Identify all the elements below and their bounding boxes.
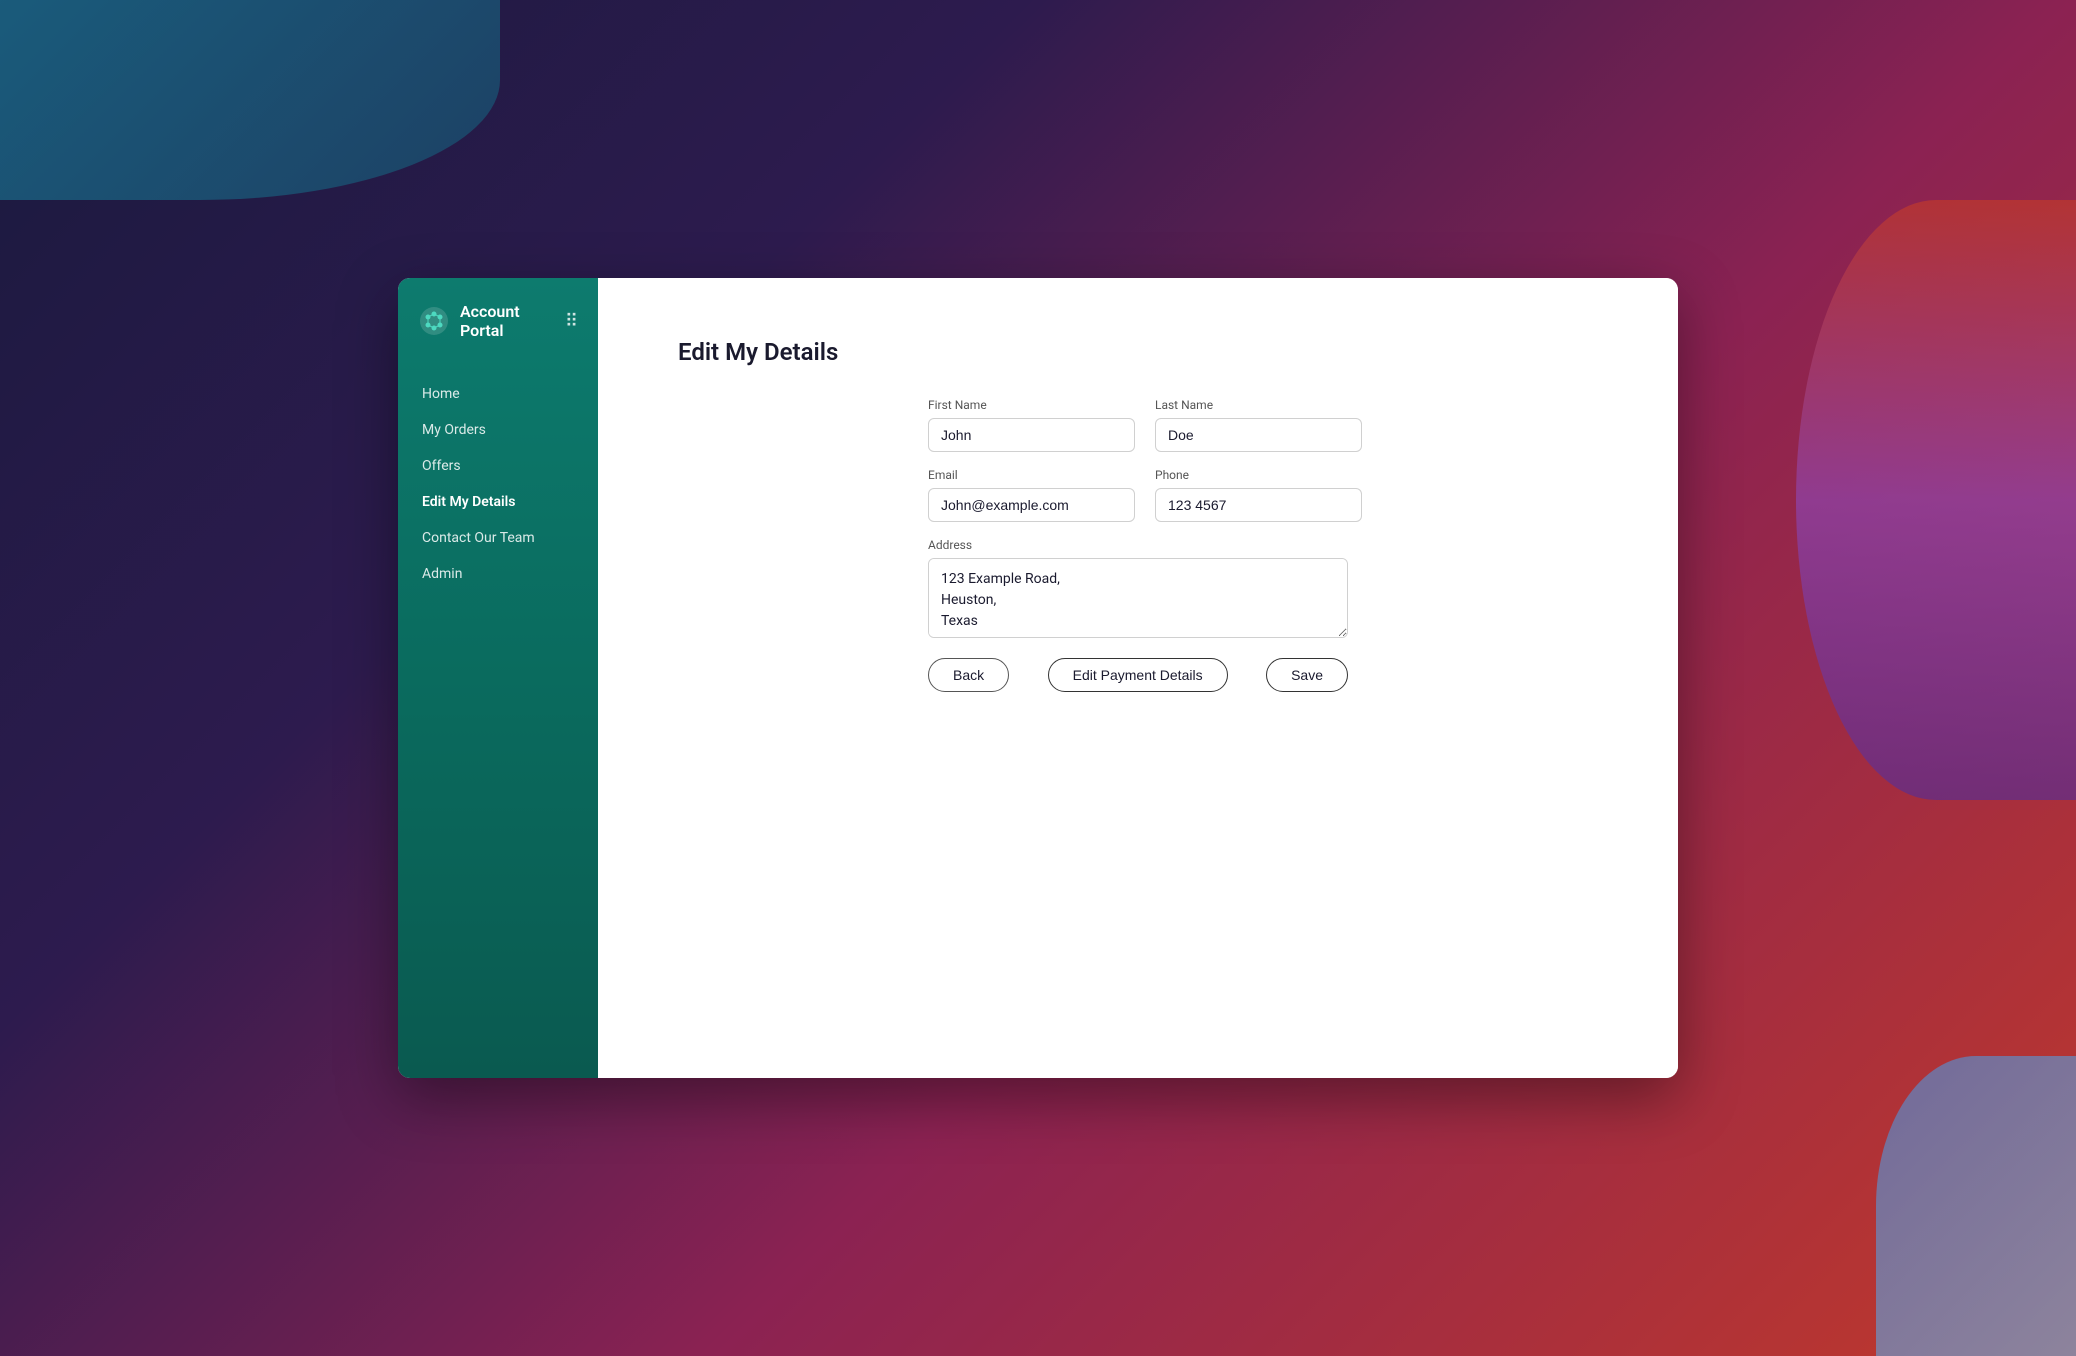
- email-input[interactable]: [928, 488, 1135, 522]
- page-title: Edit My Details: [678, 338, 1598, 366]
- back-button[interactable]: Back: [928, 658, 1009, 692]
- first-name-label: First Name: [928, 398, 1135, 412]
- sidebar-item-edit-my-details[interactable]: Edit My Details: [398, 484, 598, 520]
- name-row: First Name Last Name: [928, 398, 1348, 452]
- email-group: Email: [928, 468, 1135, 522]
- sidebar-header: Account Portal ⠿: [398, 278, 598, 364]
- address-label: Address: [928, 538, 1348, 552]
- sidebar-item-home[interactable]: Home: [398, 376, 598, 412]
- phone-label: Phone: [1155, 468, 1362, 482]
- sidebar-nav: Home My Orders Offers Edit My Details Co…: [398, 364, 598, 1078]
- first-name-group: First Name: [928, 398, 1135, 452]
- email-label: Email: [928, 468, 1135, 482]
- sidebar-item-contact-our-team[interactable]: Contact Our Team: [398, 520, 598, 556]
- phone-input[interactable]: [1155, 488, 1362, 522]
- sidebar-item-offers[interactable]: Offers: [398, 448, 598, 484]
- last-name-group: Last Name: [1155, 398, 1362, 452]
- first-name-input[interactable]: [928, 418, 1135, 452]
- address-textarea[interactable]: 123 Example Road, Heuston, Texas: [928, 558, 1348, 638]
- contact-row: Email Phone: [928, 468, 1348, 522]
- app-title: Account Portal: [460, 302, 555, 340]
- last-name-input[interactable]: [1155, 418, 1362, 452]
- app-window: Account Portal ⠿ Home My Orders Offers E…: [398, 278, 1678, 1078]
- button-row: Back Edit Payment Details Save: [928, 658, 1348, 692]
- edit-payment-button[interactable]: Edit Payment Details: [1048, 658, 1228, 692]
- address-group: Address 123 Example Road, Heuston, Texas: [928, 538, 1348, 638]
- main-content: Edit My Details First Name Last Name Ema…: [598, 278, 1678, 1078]
- phone-group: Phone: [1155, 468, 1362, 522]
- sidebar-item-admin[interactable]: Admin: [398, 556, 598, 592]
- last-name-label: Last Name: [1155, 398, 1362, 412]
- logo-icon: [418, 305, 450, 337]
- sidebar: Account Portal ⠿ Home My Orders Offers E…: [398, 278, 598, 1078]
- edit-details-form: First Name Last Name Email Phone: [928, 398, 1348, 692]
- sidebar-item-my-orders[interactable]: My Orders: [398, 412, 598, 448]
- save-button[interactable]: Save: [1266, 658, 1348, 692]
- grid-icon[interactable]: ⠿: [565, 311, 578, 332]
